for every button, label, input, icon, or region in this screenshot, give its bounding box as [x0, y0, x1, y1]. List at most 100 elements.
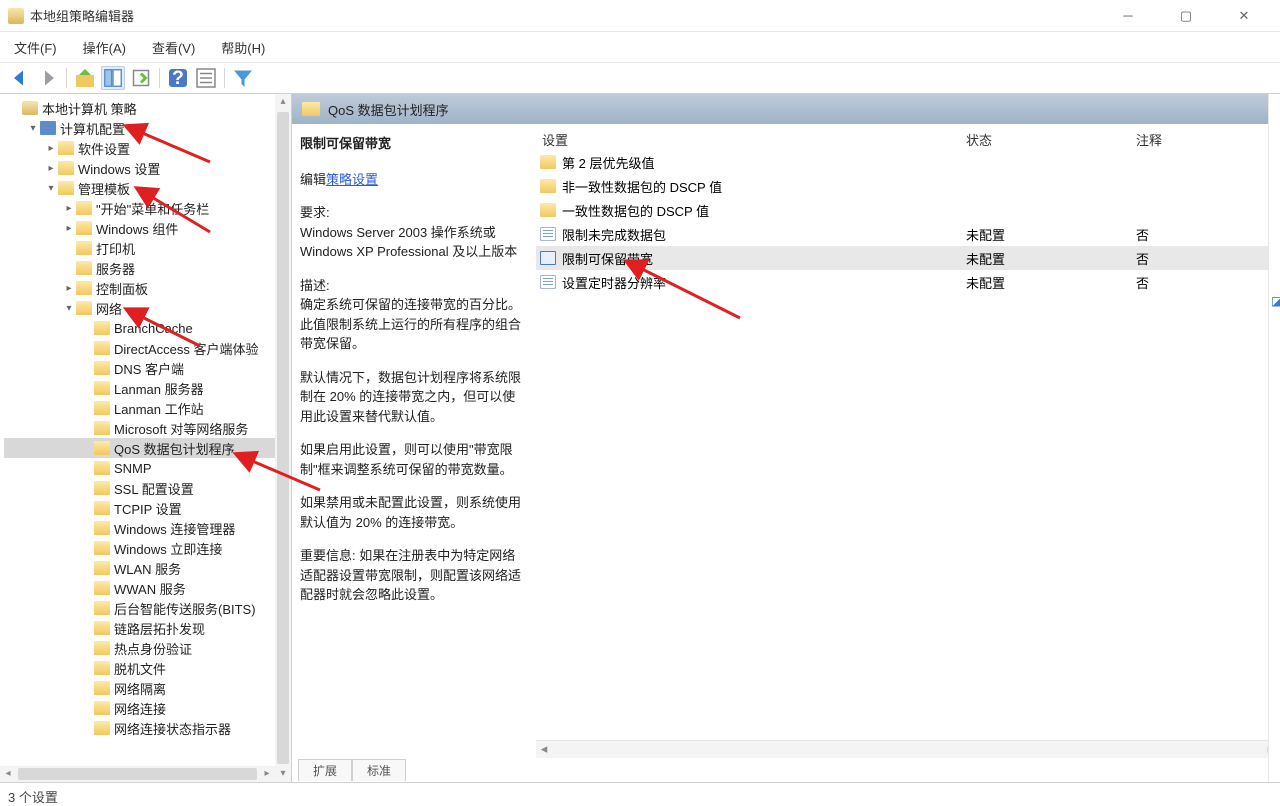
maximize-button[interactable]: ▢ — [1168, 4, 1204, 28]
tree-node[interactable]: ▾管理模板 — [4, 178, 291, 198]
row-name: 非一致性数据包的 DSCP 值 — [562, 177, 966, 196]
list-row[interactable]: 限制未完成数据包未配置否 — [536, 222, 1279, 246]
folder-icon — [76, 221, 92, 235]
folder-icon — [94, 541, 110, 555]
expand-arrow-icon[interactable]: ▾ — [44, 183, 58, 194]
list-horizontal-scrollbar[interactable]: ◂ ▸ — [536, 740, 1279, 758]
tab-extended[interactable]: 扩展 — [298, 759, 352, 781]
window-title: 本地组策略编辑器 — [30, 6, 1110, 25]
tree-node[interactable]: DirectAccess 客户端体验 — [4, 338, 291, 358]
list-row[interactable]: 第 2 层优先级值 — [536, 150, 1279, 174]
tree-label: DNS 客户端 — [114, 359, 184, 378]
tree-label: Windows 立即连接 — [114, 539, 222, 558]
properties-button[interactable] — [194, 66, 218, 90]
forward-button[interactable] — [36, 66, 60, 90]
folder-icon — [94, 501, 110, 515]
tree-node[interactable]: TCPIP 设置 — [4, 498, 291, 518]
tab-standard[interactable]: 标准 — [352, 759, 406, 781]
close-button[interactable]: ✕ — [1226, 4, 1262, 28]
expand-arrow-icon[interactable]: ▸ — [44, 163, 58, 174]
scroll-down-icon[interactable]: ▾ — [275, 766, 291, 782]
tree-node[interactable]: Lanman 服务器 — [4, 378, 291, 398]
tree-vertical-scrollbar[interactable]: ▴ ▾ — [275, 94, 291, 782]
tree-node[interactable]: 脱机文件 — [4, 658, 291, 678]
tree-node[interactable]: ▸控制面板 — [4, 278, 291, 298]
filter-button[interactable] — [231, 66, 255, 90]
tree-label: DirectAccess 客户端体验 — [114, 339, 258, 358]
up-button[interactable] — [73, 66, 97, 90]
tree-node[interactable]: 服务器 — [4, 258, 291, 278]
menu-action[interactable]: 操作(A) — [77, 34, 132, 61]
column-comment[interactable]: 注释 — [1136, 130, 1279, 149]
scroll-up-icon[interactable]: ▴ — [275, 94, 291, 110]
folder-icon — [76, 301, 92, 315]
scrollbar-thumb[interactable] — [18, 768, 257, 780]
expand-arrow-icon[interactable]: ▸ — [62, 283, 76, 294]
folder-icon — [94, 701, 110, 715]
scroll-left-icon[interactable]: ◂ — [536, 741, 552, 757]
tree-node[interactable]: 热点身份验证 — [4, 638, 291, 658]
expand-arrow-icon[interactable]: ▸ — [44, 143, 58, 154]
back-button[interactable] — [8, 66, 32, 90]
tree-node[interactable]: WWAN 服务 — [4, 578, 291, 598]
tree-node[interactable]: ▸软件设置 — [4, 138, 291, 158]
menu-file[interactable]: 文件(F) — [8, 34, 63, 61]
tree-node[interactable]: WLAN 服务 — [4, 558, 291, 578]
tree-node[interactable]: 网络连接状态指示器 — [4, 718, 291, 738]
edit-policy-link[interactable]: 策略设置 — [326, 172, 378, 187]
tree-node[interactable]: 链路层拓扑发现 — [4, 618, 291, 638]
setting-title: 限制可保留带宽 — [300, 134, 528, 154]
scroll-right-icon[interactable]: ▸ — [259, 766, 275, 782]
tree-horizontal-scrollbar[interactable]: ◂ ▸ — [0, 766, 275, 782]
folder-icon — [76, 241, 92, 255]
tree-node[interactable]: ▾计算机配置 — [4, 118, 291, 138]
tree-node[interactable]: Windows 立即连接 — [4, 538, 291, 558]
tree-node[interactable]: Microsoft 对等网络服务 — [4, 418, 291, 438]
folder-icon — [94, 721, 110, 735]
expand-arrow-icon[interactable]: ▾ — [26, 123, 40, 134]
help-button[interactable]: ? — [166, 66, 190, 90]
tree-node[interactable]: 后台智能传送服务(BITS) — [4, 598, 291, 618]
tree-node[interactable]: ▸ Windows 设置 — [4, 158, 291, 178]
tree-node[interactable]: 打印机 — [4, 238, 291, 258]
folder-icon — [94, 321, 110, 335]
menu-view[interactable]: 查看(V) — [146, 34, 201, 61]
tree-node[interactable]: 网络连接 — [4, 698, 291, 718]
expand-arrow-icon[interactable]: ▾ — [62, 303, 76, 314]
menu-help[interactable]: 帮助(H) — [215, 34, 271, 61]
list-row[interactable]: 非一致性数据包的 DSCP 值 — [536, 174, 1279, 198]
tree-label: Windows 设置 — [78, 159, 160, 178]
tree-node[interactable]: 网络隔离 — [4, 678, 291, 698]
column-setting[interactable]: 设置 — [536, 130, 966, 149]
tree-panel[interactable]: 本地计算机 策略▾计算机配置▸软件设置▸Windows 设置▾管理模板▸"开始"… — [0, 94, 292, 782]
tree-node[interactable]: Lanman 工作站 — [4, 398, 291, 418]
list-row[interactable]: 设置定时器分辨率未配置否 — [536, 270, 1279, 294]
tree-node[interactable]: 本地计算机 策略 — [4, 98, 291, 118]
tree-node[interactable]: DNS 客户端 — [4, 358, 291, 378]
tree-node[interactable]: SSL 配置设置 — [4, 478, 291, 498]
tree-node[interactable]: SNMP — [4, 458, 291, 478]
tree-node[interactable]: Windows 连接管理器 — [4, 518, 291, 538]
list-row[interactable]: 一致性数据包的 DSCP 值 — [536, 198, 1279, 222]
list-row[interactable]: 限制可保留带宽未配置否 — [536, 246, 1279, 270]
status-bar: 3 个设置 — [0, 782, 1280, 806]
scroll-left-icon[interactable]: ◂ — [0, 766, 16, 782]
tree-node[interactable]: BranchCache — [4, 318, 291, 338]
export-button[interactable] — [129, 66, 153, 90]
expand-arrow-icon[interactable]: ▸ — [62, 203, 76, 214]
folder-icon — [540, 203, 556, 217]
expand-arrow-icon[interactable]: ▸ — [62, 223, 76, 234]
tree-node[interactable]: ▸Windows 组件 — [4, 218, 291, 238]
collapsed-panel-icon[interactable]: ◪ — [1271, 294, 1280, 308]
minimize-button[interactable]: ─ — [1110, 4, 1146, 28]
show-hide-tree-button[interactable] — [101, 66, 125, 90]
requirements-text: Windows Server 2003 操作系统或 Windows XP Pro… — [300, 225, 517, 260]
scrollbar-thumb[interactable] — [277, 112, 289, 764]
content-header: QoS 数据包计划程序 — [292, 94, 1279, 124]
tree-label: "开始"菜单和任务栏 — [96, 199, 209, 218]
column-state[interactable]: 状态 — [966, 130, 1136, 149]
tree-label: WWAN 服务 — [114, 579, 186, 598]
tree-node[interactable]: ▾网络 — [4, 298, 291, 318]
tree-node[interactable]: ▸ "开始"菜单和任务栏 — [4, 198, 291, 218]
tree-node[interactable]: QoS 数据包计划程序 — [4, 438, 291, 458]
